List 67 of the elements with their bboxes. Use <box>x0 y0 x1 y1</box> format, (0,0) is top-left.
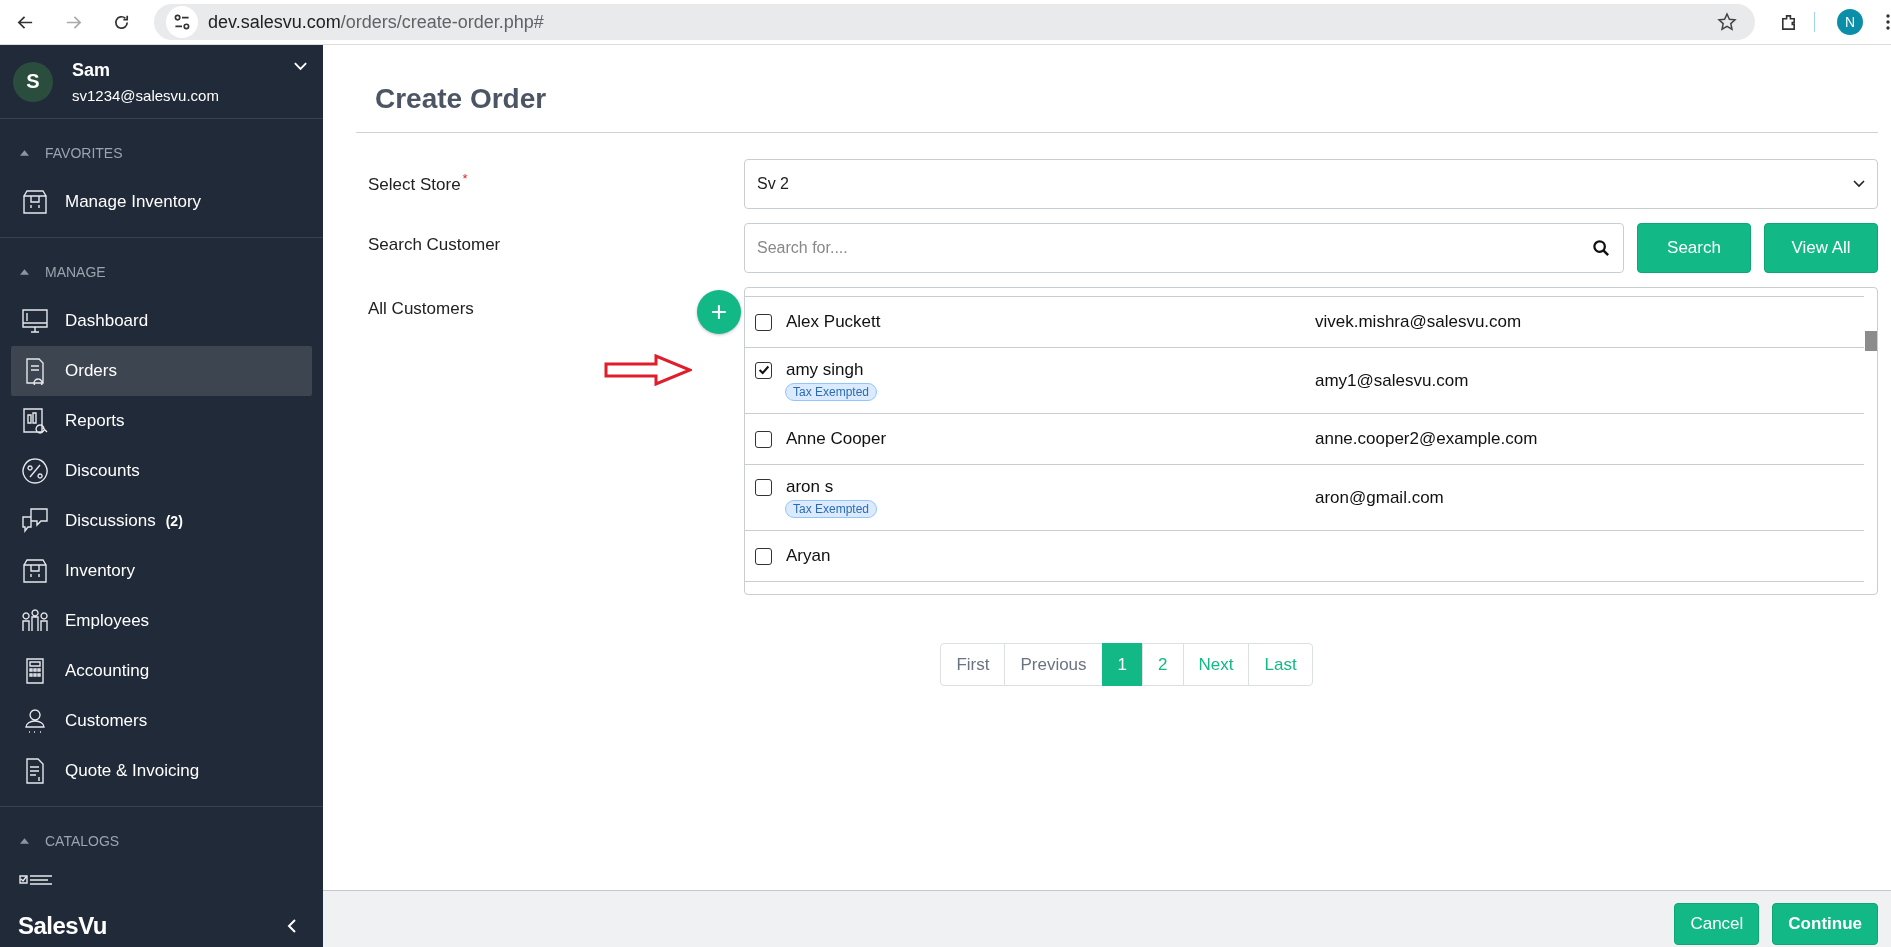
checkbox[interactable] <box>755 547 772 565</box>
customer-email: aron@gmail.com <box>1315 487 1444 508</box>
checkbox[interactable] <box>755 430 772 448</box>
extensions-icon[interactable] <box>1779 12 1798 32</box>
nav-icon <box>21 407 49 435</box>
sidebar-item[interactable]: Accounting <box>11 646 312 696</box>
customer-name: Alex Puckett <box>786 312 881 332</box>
tax-exempt-badge: Tax Exempted <box>785 500 878 518</box>
customer-row[interactable]: amy singh Tax Exempted amy1@salesvu.com <box>745 347 1864 414</box>
search-icon <box>1592 238 1611 258</box>
caret-icon <box>20 269 29 275</box>
nav-icon <box>21 457 49 485</box>
customer-row[interactable]: Aryan <box>745 530 1864 582</box>
nav-icon <box>21 188 49 216</box>
customer-name: Aryan <box>786 546 831 566</box>
sidebar-item[interactable]: Orders <box>11 346 312 396</box>
caret-icon <box>20 150 29 156</box>
checkbox[interactable] <box>755 478 772 496</box>
customer-email: vivek.mishra@salesvu.com <box>1315 312 1522 332</box>
chevron-down-icon <box>1853 180 1865 188</box>
sidebar-item[interactable]: Manage Inventory <box>11 177 312 227</box>
field-label: Select Store <box>368 174 461 194</box>
nav-icon <box>21 557 49 585</box>
customer-row[interactable]: aron s Tax Exempted aron@gmail.com <box>745 464 1864 531</box>
customer-row[interactable]: Alex Puckett vivek.mishra@salesvu.com <box>745 296 1864 348</box>
sidebar-item[interactable]: Reports <box>11 396 312 446</box>
sidebar-item[interactable]: Customers <box>11 696 312 746</box>
checkbox[interactable] <box>755 361 772 379</box>
menu-icon[interactable] <box>1885 12 1891 32</box>
section-header[interactable]: MANAGE <box>20 261 323 283</box>
logo: SalesVu <box>18 912 107 940</box>
profile-avatar[interactable]: N <box>1837 9 1863 35</box>
sidebar-item[interactable]: Discussions (2) <box>11 496 312 546</box>
field-label: Search Customer <box>368 235 501 254</box>
url-text: dev.salesvu.com/orders/create-order.php# <box>208 11 545 33</box>
customer-email: amy1@salesvu.com <box>1315 370 1469 391</box>
customer-email: anne.cooper2@example.com <box>1315 429 1538 449</box>
user-email: sv1234@salesvu.com <box>72 86 219 104</box>
customer-name: Anne Cooper <box>786 429 887 449</box>
page-title: Create Order <box>375 82 547 115</box>
site-settings-icon[interactable] <box>166 6 198 38</box>
customer-row[interactable]: Anne Cooper anne.cooper2@example.com <box>745 413 1864 465</box>
section-header[interactable]: FAVORITES <box>20 142 323 164</box>
caret-icon <box>20 838 29 844</box>
scrollbar-thumb[interactable] <box>1865 331 1877 351</box>
tax-exempt-badge: Tax Exempted <box>785 383 878 401</box>
star-icon[interactable] <box>1717 12 1737 32</box>
sidebar-item[interactable]: Inventory <box>11 546 312 596</box>
collapse-icon[interactable] <box>287 918 297 934</box>
sidebar-item[interactable]: Quote & Invoicing <box>11 746 312 796</box>
list-icon <box>19 875 53 885</box>
customer-name: aron s <box>786 477 834 497</box>
nav-icon <box>21 307 49 335</box>
sidebar-item[interactable]: Discounts <box>11 446 312 496</box>
address-bar[interactable]: dev.salesvu.com/orders/create-order.php# <box>154 4 1755 40</box>
sidebar-item[interactable]: Dashboard <box>11 296 312 346</box>
user-name: Sam <box>72 59 112 81</box>
required-mark: * <box>462 171 468 186</box>
section-header[interactable]: CATALOGS <box>20 830 323 852</box>
nav-icon <box>21 507 49 535</box>
checkbox[interactable] <box>755 313 772 331</box>
store-select[interactable]: Sv 2 <box>744 159 1878 209</box>
customer-name: amy singh <box>786 360 864 380</box>
user-avatar: S <box>13 61 53 102</box>
chevron-down-icon[interactable] <box>293 61 308 71</box>
field-label: All Customers <box>368 299 474 318</box>
sidebar-item[interactable]: Employees <box>11 596 312 646</box>
